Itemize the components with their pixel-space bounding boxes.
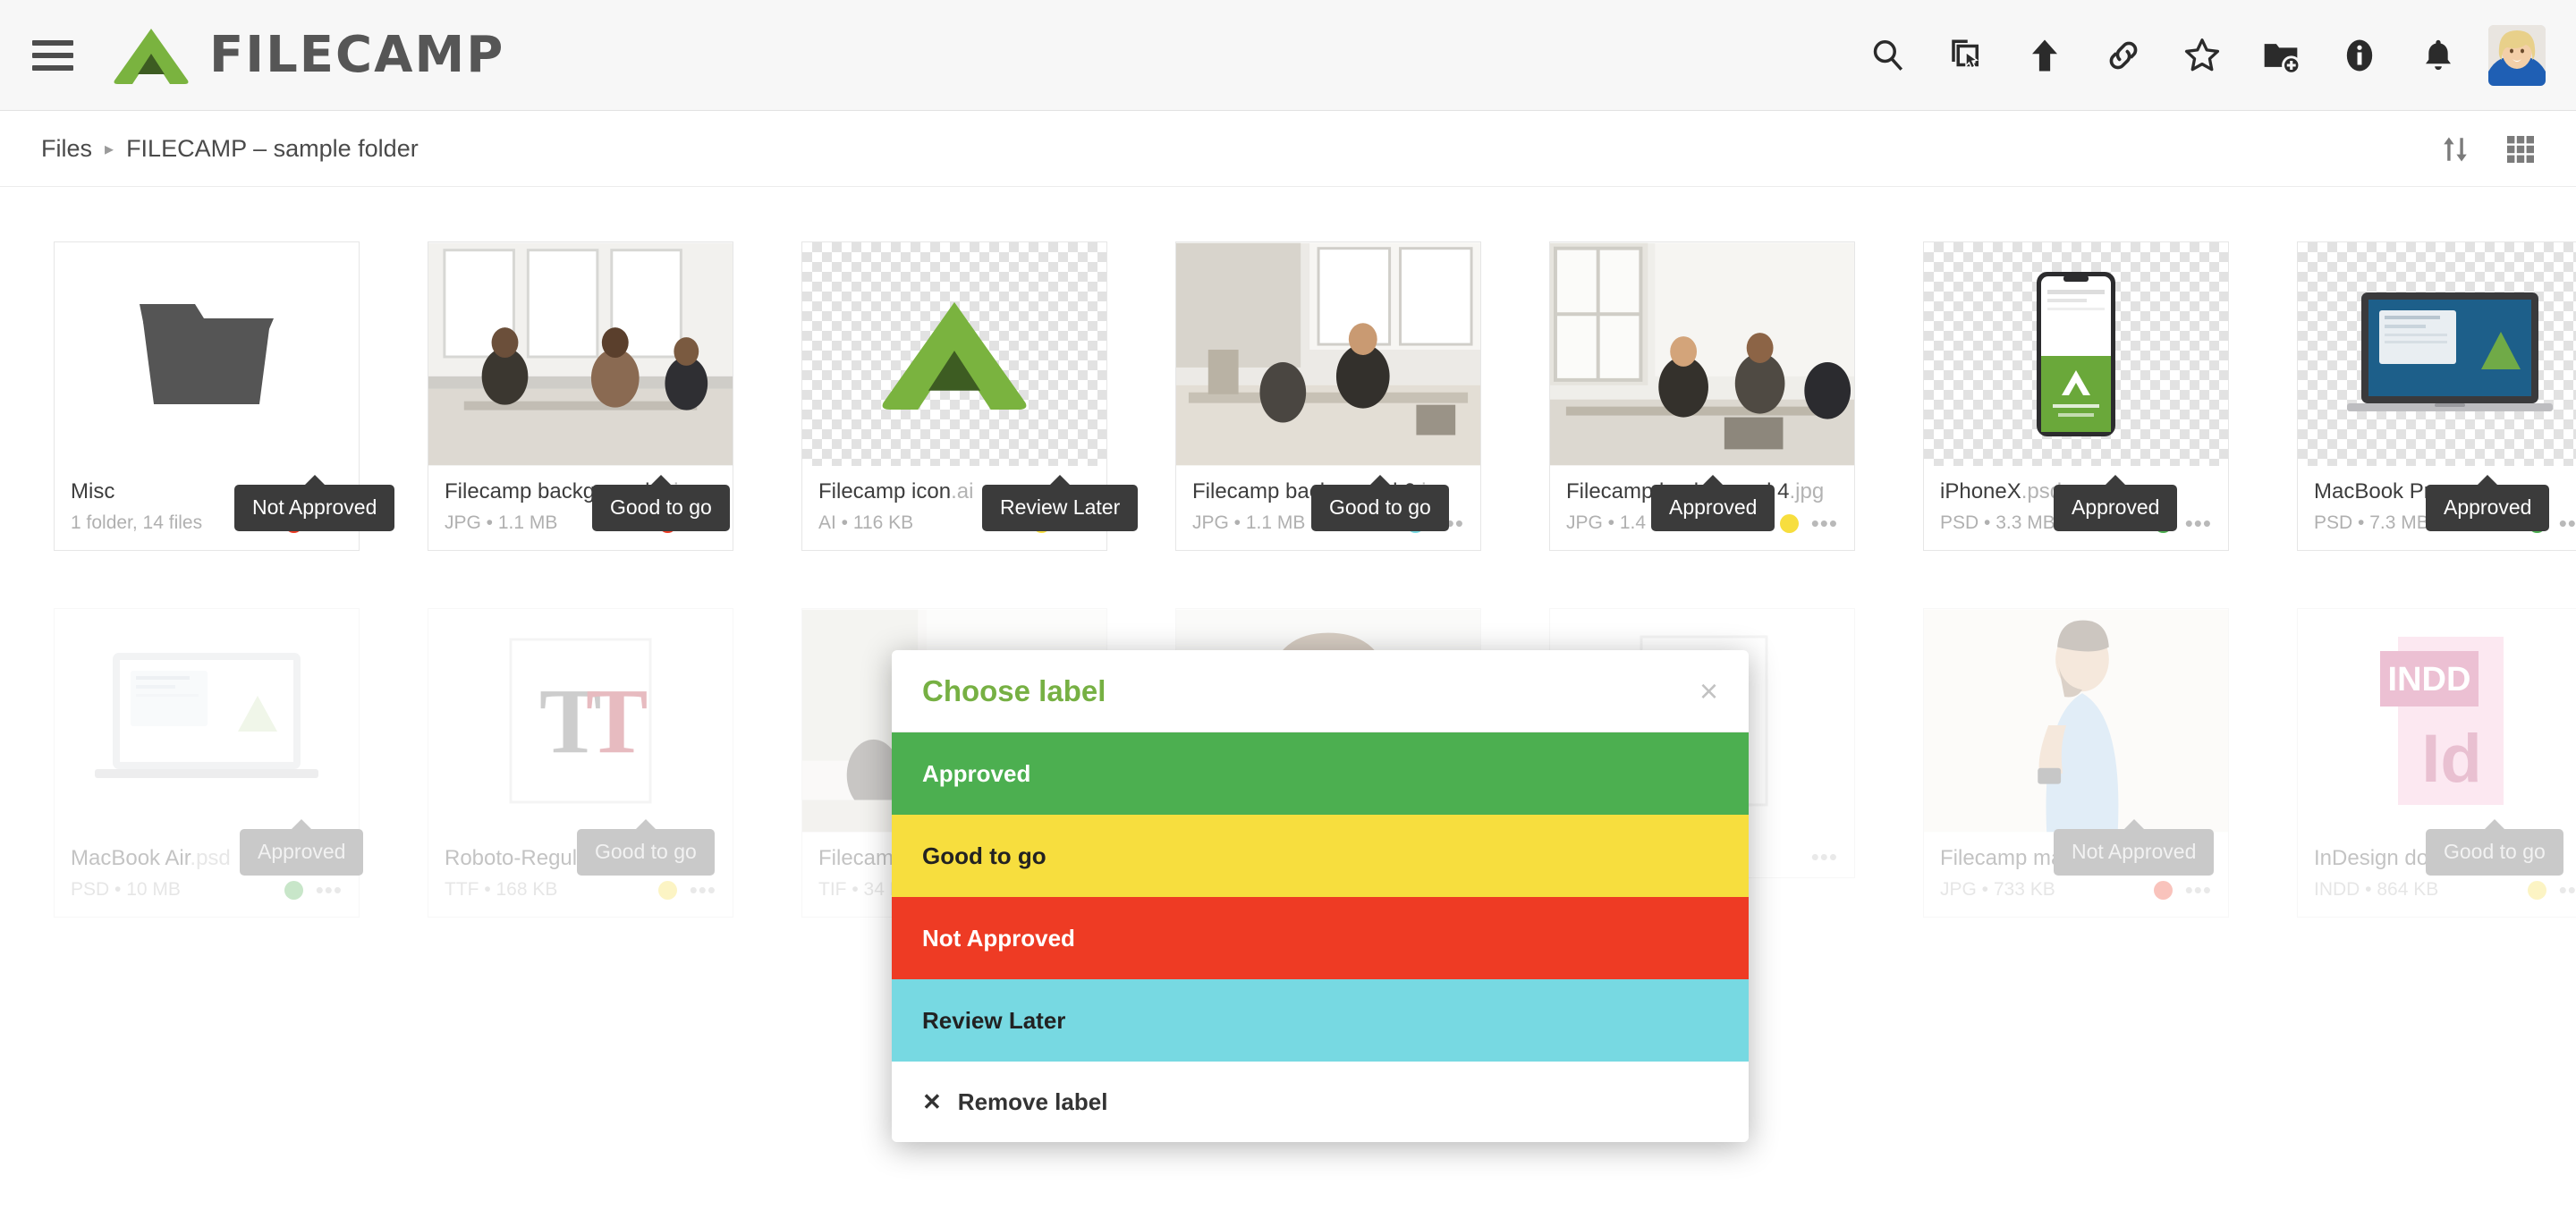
select-icon[interactable] bbox=[1927, 0, 2005, 111]
label-option-good-to-go[interactable]: Good to go bbox=[892, 815, 1749, 897]
office-photo bbox=[1550, 242, 1854, 466]
file-more-menu-icon[interactable]: ••• bbox=[316, 878, 343, 901]
hamburger-menu-icon[interactable] bbox=[32, 39, 73, 71]
file-info: JPG • 733 KB bbox=[1940, 879, 2055, 900]
font-preview: T T bbox=[509, 638, 652, 804]
macbook-air-mockup bbox=[95, 653, 318, 778]
file-label-dot[interactable] bbox=[657, 880, 677, 900]
svg-text:T: T bbox=[586, 670, 648, 773]
breadcrumb-root[interactable]: Files bbox=[41, 135, 92, 163]
label-option-not-approved[interactable]: Not Approved bbox=[892, 897, 1749, 979]
label-bubble: Not Approved bbox=[2054, 819, 2215, 876]
file-thumbnail bbox=[428, 242, 733, 466]
folder-icon bbox=[140, 304, 274, 404]
file-thumbnail bbox=[802, 242, 1106, 466]
office-photo bbox=[1176, 242, 1480, 466]
hamburger-line bbox=[32, 52, 73, 58]
breadcrumb-bar: Files ▸ FILECAMP – sample folder bbox=[0, 112, 2576, 187]
label-bubble: Approved bbox=[2054, 475, 2178, 531]
label-bubble: Good to go bbox=[1311, 475, 1449, 531]
search-icon[interactable] bbox=[1848, 0, 1927, 111]
close-icon[interactable]: × bbox=[1699, 674, 1718, 707]
file-label-dot[interactable] bbox=[1779, 513, 1799, 533]
choose-label-dialog: Choose label × Approved Good to go Not A… bbox=[892, 650, 1749, 1142]
close-x-icon: ✕ bbox=[922, 1087, 942, 1115]
label-bubble: Approved bbox=[240, 819, 364, 876]
file-more-menu-icon[interactable]: ••• bbox=[1811, 512, 1838, 535]
breadcrumb-separator-icon: ▸ bbox=[105, 140, 114, 159]
filecamp-mark-icon bbox=[882, 301, 1027, 410]
info-icon[interactable] bbox=[2320, 0, 2399, 111]
file-thumbnail bbox=[1176, 242, 1480, 466]
new-folder-icon[interactable] bbox=[2241, 0, 2320, 111]
label-bubble: Review Later bbox=[982, 475, 1139, 531]
macbook-pro-mockup bbox=[2347, 292, 2553, 411]
upload-icon[interactable] bbox=[2005, 0, 2084, 111]
file-info: TTF • 168 KB bbox=[445, 879, 558, 900]
remove-label-text: Remove label bbox=[957, 1087, 1108, 1115]
label-bubble: Good to go bbox=[577, 819, 715, 876]
dialog-title: Choose label bbox=[922, 673, 1106, 707]
file-label-dot[interactable] bbox=[284, 880, 303, 900]
file-label-dot[interactable] bbox=[2527, 880, 2546, 900]
top-bar-actions bbox=[1848, 0, 2546, 111]
label-bubble: Approved bbox=[2426, 475, 2550, 531]
hamburger-line bbox=[32, 64, 73, 71]
file-label-dot[interactable] bbox=[2153, 880, 2173, 900]
hamburger-line bbox=[32, 39, 73, 46]
iphone-mockup bbox=[2037, 272, 2115, 436]
bell-icon[interactable] bbox=[2399, 0, 2478, 111]
office-photo bbox=[428, 242, 733, 466]
file-more-menu-icon[interactable]: ••• bbox=[690, 878, 716, 901]
breadcrumb-current[interactable]: FILECAMP – sample folder bbox=[126, 135, 419, 163]
file-more-menu-icon[interactable]: ••• bbox=[2559, 512, 2576, 535]
svg-text:INDD: INDD bbox=[2388, 661, 2471, 698]
view-tools bbox=[2440, 133, 2537, 165]
file-more-menu-icon[interactable]: ••• bbox=[1811, 845, 1838, 868]
label-bubble: Approved bbox=[1651, 475, 1775, 531]
file-more-menu-icon[interactable]: ••• bbox=[2185, 878, 2212, 901]
file-thumbnail bbox=[1924, 609, 2228, 833]
label-bubble: Good to go bbox=[2426, 819, 2563, 876]
indd-file-icon: INDD Id bbox=[2380, 637, 2504, 805]
breadcrumb: Files ▸ FILECAMP – sample folder bbox=[41, 135, 419, 163]
star-icon[interactable] bbox=[2163, 0, 2241, 111]
filecamp-mark-icon bbox=[113, 27, 190, 84]
sort-icon[interactable] bbox=[2440, 134, 2470, 165]
file-thumbnail bbox=[2298, 242, 2576, 466]
label-option-approved[interactable]: Approved bbox=[892, 732, 1749, 815]
dialog-header: Choose label × bbox=[892, 650, 1749, 732]
file-thumbnail: INDD Id bbox=[2298, 609, 2576, 833]
label-option-review-later[interactable]: Review Later bbox=[892, 979, 1749, 1062]
file-more-menu-icon[interactable]: ••• bbox=[2559, 878, 2576, 901]
svg-text:Id: Id bbox=[2421, 721, 2482, 797]
label-bubble: Not Approved bbox=[234, 475, 395, 531]
link-icon[interactable] bbox=[2084, 0, 2163, 111]
man-mobile-photo bbox=[1924, 609, 2228, 833]
file-thumbnail bbox=[55, 242, 359, 466]
file-thumbnail: T T bbox=[428, 609, 733, 833]
file-thumbnail bbox=[1924, 242, 2228, 466]
brand-logo[interactable]: FILECAMP bbox=[113, 26, 504, 84]
avatar[interactable] bbox=[2488, 25, 2546, 86]
brand-wordmark: FILECAMP bbox=[209, 26, 505, 84]
file-info: INDD • 864 KB bbox=[2314, 879, 2439, 900]
file-thumbnail bbox=[1550, 242, 1854, 466]
top-bar: FILECAMP bbox=[0, 0, 2576, 111]
remove-label-button[interactable]: ✕ Remove label bbox=[892, 1062, 1749, 1142]
grid-view-icon[interactable] bbox=[2504, 133, 2537, 165]
label-bubble: Good to go bbox=[592, 475, 730, 531]
file-more-menu-icon[interactable]: ••• bbox=[2185, 512, 2212, 535]
file-thumbnail bbox=[55, 609, 359, 833]
file-info: PSD • 10 MB bbox=[71, 879, 181, 900]
